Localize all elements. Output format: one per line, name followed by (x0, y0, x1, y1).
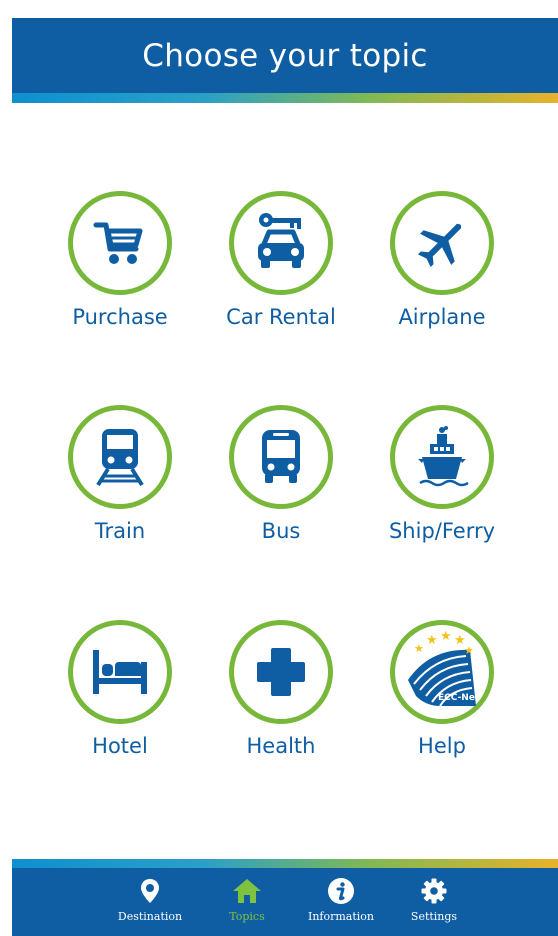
ecc-net-logo-icon: ★ ★ ★ ★ ★ ECC-Net (408, 630, 480, 707)
bottom-tab-bar: Destination Topics Information Settings (12, 868, 558, 936)
topic-label: Purchase (72, 305, 168, 329)
gear-icon (421, 878, 447, 904)
svg-text:★: ★ (414, 642, 424, 655)
tabbar-accent-strip (12, 859, 558, 868)
topics-grid: Purchase Car Rental Airplane Train Bus S… (12, 103, 558, 859)
shopping-cart-icon (93, 222, 143, 264)
topic-label: Train (94, 519, 146, 543)
tab-label: Destination (117, 910, 183, 923)
topic-label: Ship/Ferry (388, 519, 496, 543)
topic-help[interactable]: ★ ★ ★ ★ ★ ECC-Net Help (362, 620, 522, 780)
ecc-net-logo-text: ECC-Net (438, 693, 480, 703)
header-accent-strip (12, 93, 558, 103)
tab-topics[interactable]: Topics (197, 868, 297, 936)
topic-health[interactable]: Health (201, 620, 361, 780)
home-icon (233, 879, 261, 903)
svg-text:★: ★ (440, 630, 452, 644)
map-pin-icon (141, 879, 159, 903)
topic-label: Bus (261, 519, 301, 543)
svg-text:★: ★ (464, 644, 474, 657)
car-key-icon (258, 213, 304, 268)
bus-icon (262, 430, 300, 483)
topic-airplane[interactable]: Airplane (362, 191, 522, 351)
topic-label: Car Rental (226, 305, 336, 329)
app-header: Choose your topic (12, 18, 558, 93)
svg-text:★: ★ (426, 633, 438, 648)
topic-label: Health (246, 734, 316, 758)
bed-icon (93, 650, 147, 694)
topic-ship-ferry[interactable]: Ship/Ferry (362, 405, 522, 565)
tab-destination[interactable]: Destination (100, 868, 200, 936)
topic-hotel[interactable]: Hotel (40, 620, 200, 780)
topic-bus[interactable]: Bus (201, 405, 361, 565)
topic-train[interactable]: Train (40, 405, 200, 565)
airplane-icon (417, 223, 462, 268)
tab-label: Information (307, 910, 375, 923)
tab-label: Settings (410, 910, 458, 923)
topic-car-rental[interactable]: Car Rental (201, 191, 361, 351)
medical-cross-icon (257, 648, 305, 696)
info-icon (328, 878, 354, 904)
tab-label: Topics (229, 910, 265, 923)
ship-icon (418, 426, 469, 487)
train-icon (96, 429, 144, 487)
tab-settings[interactable]: Settings (384, 868, 484, 936)
topic-purchase[interactable]: Purchase (40, 191, 200, 351)
topic-label: Airplane (398, 305, 486, 329)
topic-label: Hotel (92, 734, 148, 758)
tab-information[interactable]: Information (291, 868, 391, 936)
page-title: Choose your topic (142, 37, 428, 74)
topic-label: Help (418, 734, 466, 758)
